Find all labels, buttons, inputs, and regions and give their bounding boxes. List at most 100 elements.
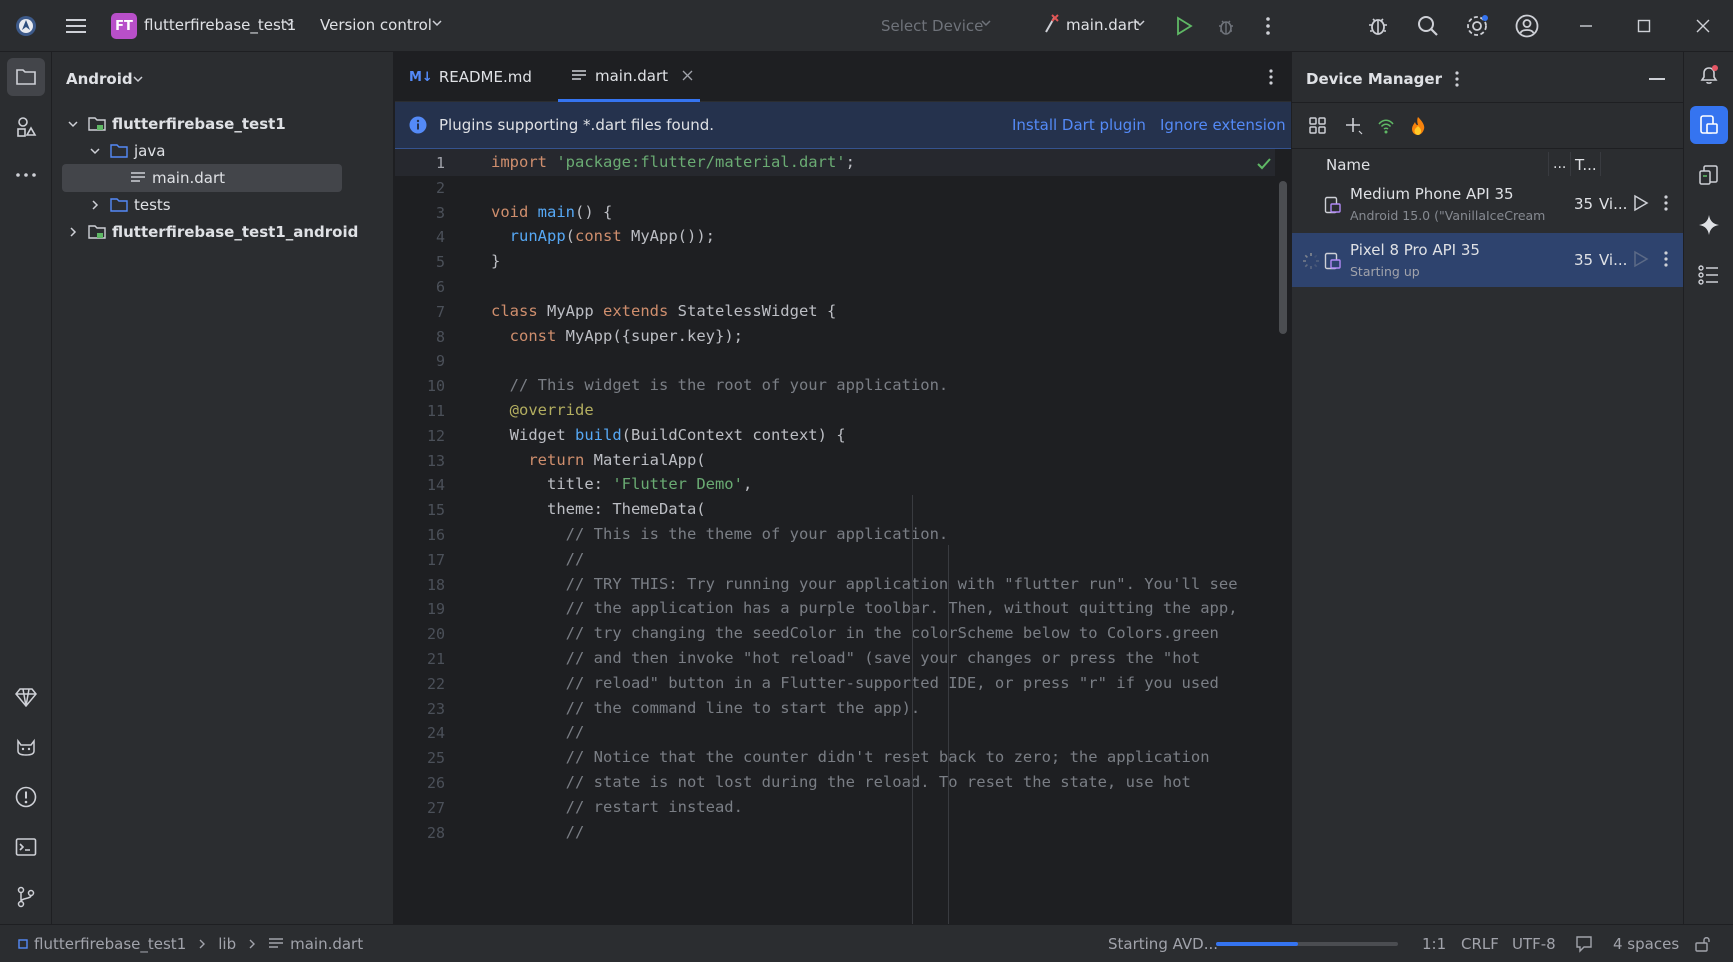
breadcrumb-project[interactable]: flutterfirebase_test1 — [34, 935, 186, 953]
resource-manager-icon[interactable] — [7, 108, 45, 146]
debug-icon[interactable] — [1212, 12, 1240, 40]
gem-icon[interactable] — [7, 678, 45, 716]
notifications-bell-icon[interactable] — [1690, 56, 1728, 94]
panel-options-icon[interactable] — [1446, 66, 1468, 92]
chevron-down-icon[interactable] — [132, 73, 144, 85]
breadcrumb-file[interactable]: main.dart — [290, 935, 363, 953]
chevron-down-icon[interactable] — [980, 17, 992, 29]
chevron-down-icon[interactable] — [431, 17, 443, 29]
code-line[interactable]: Widget build(BuildContext context) { — [491, 426, 846, 444]
column-header-type[interactable]: T... — [1575, 156, 1597, 174]
chevron-right-icon[interactable] — [62, 226, 84, 238]
tree-item-tests[interactable]: tests — [62, 191, 388, 219]
more-actions-icon[interactable] — [1254, 12, 1282, 40]
project-name[interactable]: flutterfirebase_test1 — [144, 16, 296, 34]
code-line[interactable]: // reload" button in a Flutter-supported… — [491, 674, 1219, 692]
run-configuration[interactable]: main.dart — [1066, 16, 1139, 34]
code-line[interactable]: // TRY THIS: Try running your applicatio… — [491, 575, 1238, 593]
file-encoding[interactable]: UTF-8 — [1512, 925, 1556, 962]
chevron-down-icon[interactable] — [1134, 17, 1146, 29]
code-line[interactable]: // try changing the seedColor in the col… — [491, 624, 1219, 642]
tree-item-java[interactable]: java — [62, 137, 388, 165]
code-line[interactable]: } — [491, 252, 500, 270]
launch-device-icon[interactable] — [1630, 248, 1652, 270]
lock-icon[interactable] — [1694, 925, 1712, 962]
launch-device-icon[interactable] — [1630, 192, 1652, 214]
install-dart-plugin-link[interactable]: Install Dart plugin — [1012, 116, 1146, 134]
code-line[interactable]: // and then invoke "hot reload" (save yo… — [491, 649, 1201, 667]
code-line[interactable]: // the application has a purple toolbar.… — [491, 599, 1238, 617]
device-row-medium-phone[interactable]: Medium Phone API 35 Android 15.0 ("Vanil… — [1292, 177, 1683, 231]
caret-position[interactable]: 1:1 — [1422, 925, 1446, 962]
structure-list-icon[interactable] — [1690, 256, 1728, 294]
version-control-menu[interactable]: Version control — [320, 16, 432, 34]
code-line[interactable]: // restart instead. — [491, 798, 743, 816]
code-line[interactable]: class MyApp extends StatelessWidget { — [491, 302, 836, 320]
ignore-extension-link[interactable]: Ignore extension — [1160, 116, 1286, 134]
column-header-api[interactable]: ... — [1553, 156, 1566, 172]
device-manager-tool-icon[interactable] — [1690, 106, 1728, 144]
app-inspection-icon[interactable] — [1362, 10, 1394, 42]
code-line[interactable]: @override — [491, 401, 594, 419]
background-task-label[interactable]: Starting AVD... — [1108, 925, 1218, 962]
logcat-icon[interactable] — [7, 728, 45, 766]
tree-item-main-dart[interactable]: main.dart — [62, 164, 342, 192]
running-devices-icon[interactable] — [1690, 156, 1728, 194]
chevron-down-icon[interactable] — [84, 145, 106, 157]
tree-item-android-module[interactable]: flutterfirebase_test1_android — [62, 218, 388, 246]
project-folder-icon[interactable] — [7, 58, 45, 96]
code-line[interactable]: title: 'Flutter Demo', — [491, 475, 752, 493]
vertical-scrollbar[interactable] — [1279, 181, 1287, 334]
maximize-window-icon[interactable] — [1630, 12, 1658, 40]
terminal-icon[interactable] — [7, 828, 45, 866]
device-options-icon[interactable] — [1658, 248, 1674, 270]
tab-options-icon[interactable] — [1259, 64, 1283, 90]
code-line[interactable]: return MaterialApp( — [491, 451, 705, 469]
hide-panel-icon[interactable] — [1644, 66, 1670, 92]
project-badge[interactable]: FT — [111, 13, 137, 39]
code-line[interactable]: // Notice that the counter didn't reset … — [491, 748, 1210, 766]
code-line[interactable]: // state is not lost during the reload. … — [491, 773, 1191, 791]
code-line[interactable]: theme: ThemeData( — [491, 500, 706, 518]
code-line[interactable]: const MyApp({super.key}); — [491, 327, 743, 345]
indent-settings[interactable]: 4 spaces — [1613, 925, 1679, 962]
firebase-icon[interactable] — [1404, 112, 1432, 140]
tree-item-root-module[interactable]: flutterfirebase_test1 — [62, 110, 388, 138]
code-line[interactable]: // This widget is the root of your appli… — [491, 376, 949, 394]
select-device-dropdown[interactable]: Select Device — [881, 17, 983, 35]
code-line[interactable]: // the command line to start the app). — [491, 699, 921, 717]
gemini-sparkle-icon[interactable] — [1690, 206, 1728, 244]
column-header-name[interactable]: Name — [1326, 156, 1370, 174]
tab-readme[interactable]: M↓ README.md — [409, 52, 549, 102]
chevron-down-icon[interactable] — [283, 17, 295, 29]
main-menu-icon[interactable] — [62, 12, 90, 40]
device-group-icon[interactable] — [1304, 112, 1332, 140]
close-window-icon[interactable] — [1689, 12, 1717, 40]
tab-main-dart[interactable]: main.dart — [558, 52, 700, 102]
problems-icon[interactable] — [7, 778, 45, 816]
device-options-icon[interactable] — [1658, 192, 1674, 214]
settings-gear-icon[interactable] — [1461, 10, 1493, 42]
code-line[interactable]: // This is the theme of your application… — [491, 525, 949, 543]
minimize-window-icon[interactable] — [1572, 12, 1600, 40]
project-view-selector[interactable]: Android — [66, 70, 133, 88]
code-line[interactable]: // — [491, 723, 585, 741]
chevron-down-icon[interactable] — [62, 118, 84, 130]
git-branch-icon[interactable] — [7, 878, 45, 916]
progress-bar[interactable] — [1216, 942, 1398, 946]
code-line[interactable]: // — [491, 823, 585, 841]
account-avatar-icon[interactable] — [1511, 10, 1543, 42]
chevron-right-icon[interactable] — [84, 199, 106, 211]
code-line[interactable]: runApp(const MyApp()); — [491, 227, 715, 245]
device-row-pixel-8-pro[interactable]: Pixel 8 Pro API 35 Starting up 35 Vi... — [1292, 233, 1683, 287]
wifi-pair-icon[interactable] — [1372, 112, 1400, 140]
code-line[interactable]: // — [491, 550, 585, 568]
more-tools-icon[interactable] — [7, 156, 45, 194]
readonly-toggle-icon[interactable] — [1575, 925, 1593, 962]
code-editor[interactable]: 1 2 3 4 5 6 7 8 9 10 11 12 13 14 15 16 17 18 19 20 21 22 23 24 2… — [395, 149, 1291, 962]
close-tab-icon[interactable] — [682, 70, 693, 81]
code-line[interactable]: import 'package:flutter/material.dart'; — [491, 153, 855, 171]
run-icon[interactable] — [1170, 12, 1198, 40]
code-line[interactable]: void main() { — [491, 203, 612, 221]
line-separator[interactable]: CRLF — [1461, 925, 1499, 962]
